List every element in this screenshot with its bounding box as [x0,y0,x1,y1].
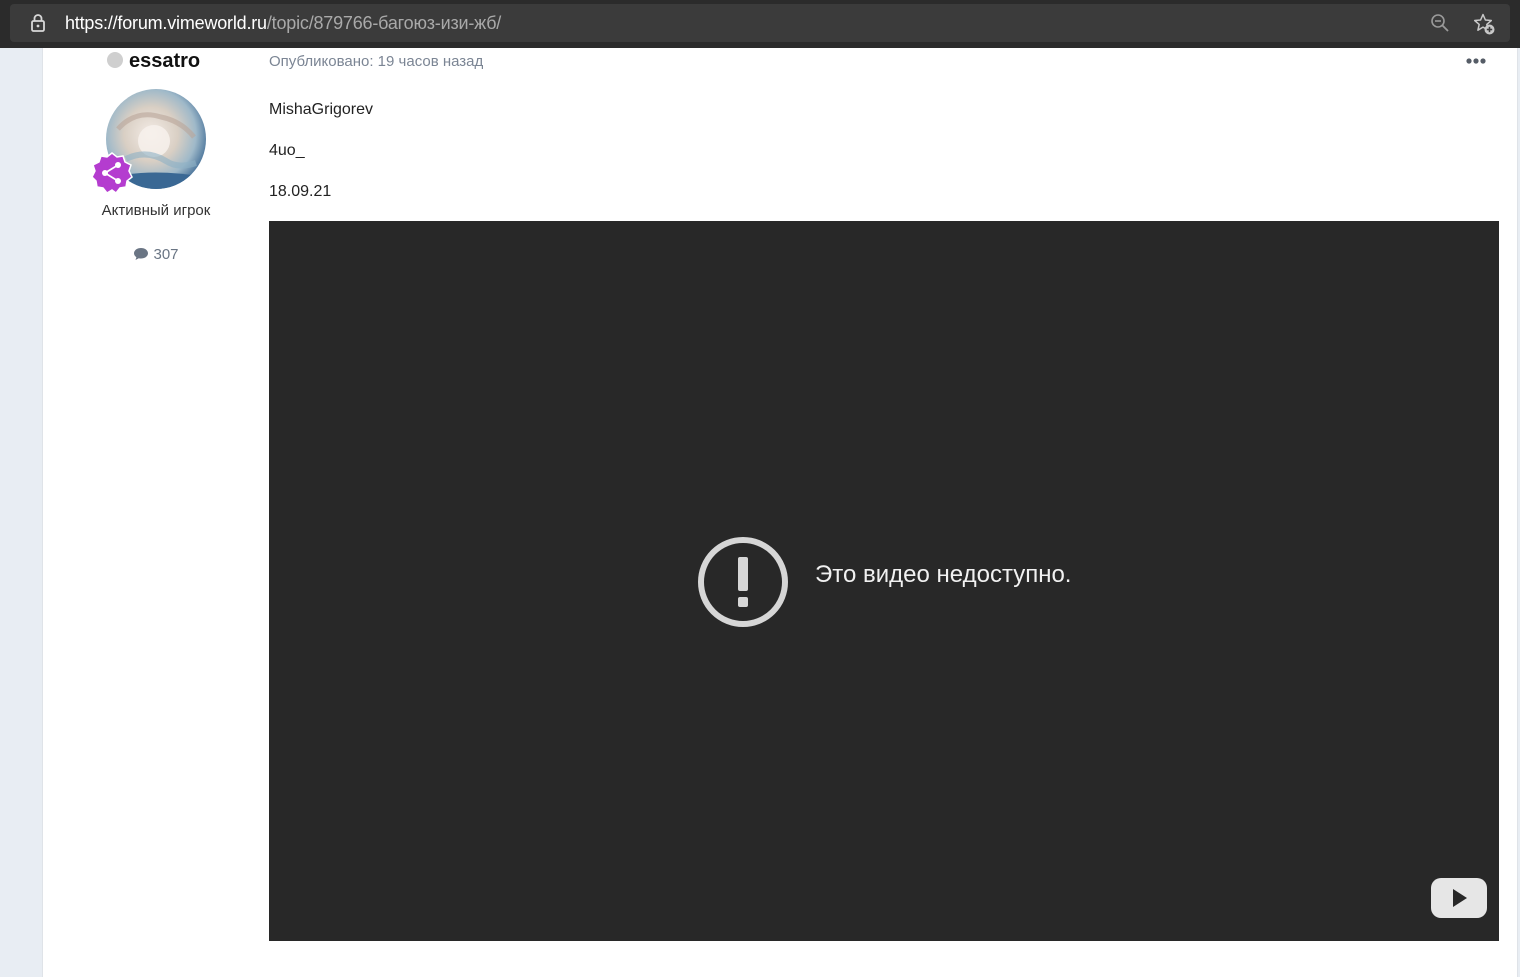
user-rank-title: Активный игрок [101,202,211,219]
share-badge-icon [91,152,133,194]
post-content-line: 4uo_ [269,142,305,159]
ellipsis-icon[interactable] [1465,53,1487,69]
post-content-line: MishaGrigorev [269,101,374,118]
post-date[interactable]: Опубликовано: 19 часов назад [269,53,483,70]
address-bar[interactable]: https://forum.vimeworld.ru/topic/879766-… [10,4,1510,42]
post-count-value: 307 [153,246,179,263]
page-background [0,48,42,977]
embedded-video-player[interactable]: Это видео недоступно. [269,221,1499,941]
forum-post: essatro Активный игрок 307 Опубликовано:… [42,48,1518,977]
zoom-out-icon[interactable] [1430,13,1450,33]
author-name[interactable]: essatro [107,50,267,73]
post-count: 307 [63,246,249,263]
lock-icon[interactable] [28,13,48,33]
author-name-text: essatro [129,50,201,72]
url-path: /topic/879766-багоюз-изи-жб/ [266,13,502,33]
comment-icon [134,248,149,260]
star-add-icon[interactable] [1472,12,1496,36]
offline-status-icon [107,52,123,68]
browser-toolbar: https://forum.vimeworld.ru/topic/879766-… [0,0,1520,48]
youtube-icon[interactable] [1430,877,1488,919]
url-text[interactable]: https://forum.vimeworld.ru/topic/879766-… [65,13,501,34]
url-host: https://forum.vimeworld.ru [65,13,267,33]
exclamation-circle-icon [698,537,788,627]
video-error-message: Это видео недоступно. [815,561,1072,588]
post-content-line: 18.09.21 [269,183,332,200]
